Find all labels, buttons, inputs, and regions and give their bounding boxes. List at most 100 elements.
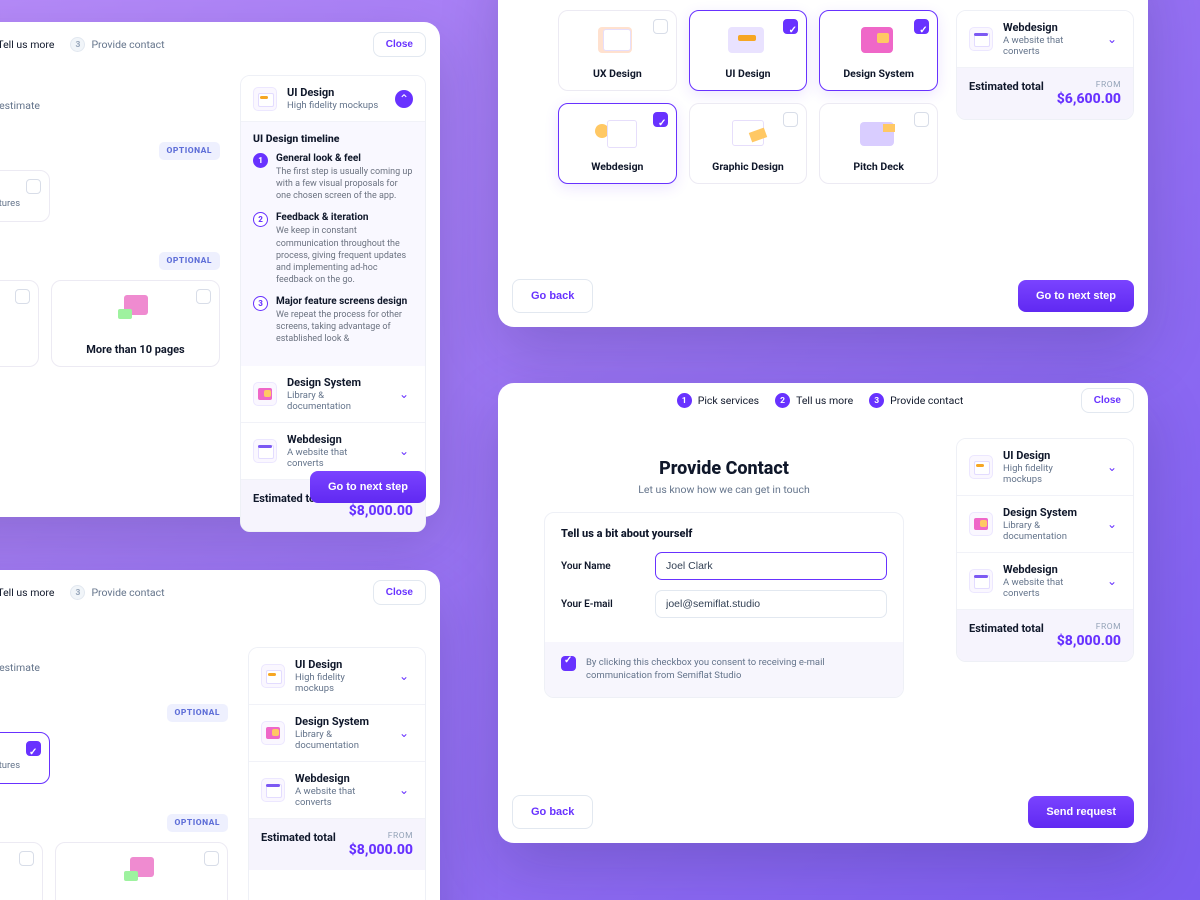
go-back-button[interactable]: Go back — [512, 795, 593, 829]
web-icon — [253, 439, 277, 463]
checkbox-icon — [26, 179, 41, 194]
timeline-step-2: 2 Feedback & iterationWe keep in constan… — [253, 212, 413, 286]
sidebar-item-ds[interactable]: Design SystemLibrary & documentation ⌄ — [249, 705, 425, 762]
stepper: 1Pick services 2Tell us more 3Provide co… — [0, 585, 165, 600]
checkbox-icon — [19, 851, 34, 866]
checkbox-icon — [783, 112, 798, 127]
design-system-icon — [261, 721, 285, 745]
step-pick-services[interactable]: 1Pick services — [677, 393, 759, 408]
chevron-down-icon[interactable]: ⌄ — [1103, 572, 1121, 590]
checkbox-icon — [914, 112, 929, 127]
chevron-down-icon[interactable]: ⌄ — [395, 724, 413, 742]
consent-row[interactable]: By clicking this checkbox you consent to… — [545, 642, 903, 697]
badge-optional: OPTIONAL — [167, 814, 229, 832]
page-title: Provide Contact — [512, 458, 936, 479]
topbar: 1Pick services 2Tell us more 3Provide co… — [498, 383, 1148, 418]
checkbox-icon — [26, 741, 41, 756]
design-system-icon — [253, 382, 277, 406]
page-subtitle: project for a more accurate estimate — [0, 99, 220, 112]
email-label: Your E-mail — [561, 599, 635, 610]
panel-provide-contact: 1Pick services 2Tell us more 3Provide co… — [498, 383, 1148, 843]
contact-form: Tell us a bit about yourself Your Name Y… — [544, 512, 904, 698]
timeline-step-3: 3 Major feature screens designWe repeat … — [253, 296, 413, 345]
option-under-10[interactable]: Under 10 pages — [0, 280, 39, 367]
ui-icon — [253, 87, 277, 111]
summary-sidebar: UI DesignHigh fidelity mockups ⌄ Design … — [956, 438, 1134, 662]
step-provide-contact[interactable]: 3Provide contact — [869, 393, 963, 408]
chevron-down-icon[interactable]: ⌄ — [395, 442, 413, 460]
ux-icon — [595, 23, 639, 59]
checkbox-icon — [653, 19, 668, 34]
go-next-button[interactable]: Go to next step — [310, 471, 426, 503]
send-request-button[interactable]: Send request — [1028, 796, 1134, 828]
timeline-step-1: 1 General look & feelThe first step is u… — [253, 153, 413, 202]
form-section-title: Tell us a bit about yourself — [561, 527, 887, 540]
chevron-down-icon[interactable]: ⌄ — [395, 781, 413, 799]
go-back-button[interactable]: Go back — [512, 279, 593, 313]
timeline-title: UI Design timeline — [253, 132, 413, 145]
sidebar-item-ds[interactable]: Design SystemLibrary & documentation ⌄ — [957, 496, 1133, 553]
chevron-down-icon[interactable]: ⌄ — [395, 385, 413, 403]
step-tell-us-more[interactable]: 2Tell us more — [0, 585, 54, 600]
close-button[interactable]: Close — [373, 580, 426, 605]
email-input[interactable] — [655, 590, 887, 618]
checkbox-icon — [196, 289, 211, 304]
checkbox-icon — [15, 289, 30, 304]
chevron-down-icon[interactable]: ⌄ — [395, 667, 413, 685]
checkbox-icon — [914, 19, 929, 34]
summary-sidebar: UI DesignHigh fidelity mockups ⌃ UI Desi… — [240, 75, 426, 532]
chevron-down-icon[interactable]: ⌄ — [1103, 30, 1121, 48]
option-over-10[interactable]: More than 10 pages — [51, 280, 220, 367]
chevron-down-icon[interactable]: ⌄ — [1103, 458, 1121, 476]
ui-icon — [261, 664, 285, 688]
service-ux[interactable]: UX Design — [558, 10, 677, 91]
option-under-10[interactable]: Under 10 pages — [0, 842, 43, 900]
sidebar-item-ds[interactable]: Design SystemLibrary & documentation ⌄ — [241, 366, 425, 423]
badge-optional: OPTIONAL — [167, 704, 229, 722]
sidebar-item-web[interactable]: WebdesignA website that converts ⌄ — [957, 553, 1133, 610]
web-icon — [261, 778, 285, 802]
summary-sidebar: UI DesignHigh fidelity mockups ⌄ Design … — [248, 647, 426, 900]
sidebar-item-web[interactable]: WebdesignA website that converts ⌄ — [249, 762, 425, 819]
step-tell-us-more[interactable]: 2Tell us more — [775, 393, 853, 408]
option-over-10[interactable]: More than 10 pages — [55, 842, 228, 900]
consent-checkbox[interactable] — [561, 656, 576, 671]
step-tell-us-more[interactable]: 2Tell us more — [0, 37, 54, 52]
stepper: 1Pick services 2Tell us more 3Provide co… — [0, 37, 165, 52]
panel-pick-services: UX Design UI Design Design System Webdes… — [498, 0, 1148, 327]
web-icon — [969, 27, 993, 51]
name-input[interactable] — [655, 552, 887, 580]
topbar: 1Pick services 2Tell us more 3Provide co… — [0, 570, 440, 615]
option-complex[interactable]: Complex Multiple features — [0, 170, 50, 222]
option-complex[interactable]: Complex Multiple features — [0, 732, 50, 784]
sidebar-item-ui[interactable]: UI DesignHigh fidelity mockups ⌄ — [249, 648, 425, 705]
ui-icon — [726, 23, 770, 59]
web-icon — [595, 116, 639, 152]
badge-optional: OPTIONAL — [159, 252, 221, 270]
service-design-system[interactable]: Design System — [819, 10, 938, 91]
sidebar-item-web[interactable]: WebdesignA website that converts ⌄ — [957, 11, 1133, 68]
timeline: UI Design timeline 1 General look & feel… — [241, 122, 425, 366]
close-button[interactable]: Close — [373, 32, 426, 57]
service-pitch-deck[interactable]: Pitch Deck — [819, 103, 938, 184]
chevron-up-icon[interactable]: ⌃ — [395, 90, 413, 108]
page-title: Tell us more — [0, 75, 220, 95]
estimated-total: Estimated total FROM$6,600.00 — [957, 68, 1133, 119]
checkbox-icon — [653, 112, 668, 127]
ui-icon — [969, 455, 993, 479]
panel-tell-us-more-expanded: 1Pick services 2Tell us more 3Provide co… — [0, 22, 440, 517]
service-ui[interactable]: UI Design — [689, 10, 808, 91]
sidebar-item-ui[interactable]: UI DesignHigh fidelity mockups ⌄ — [957, 439, 1133, 496]
estimated-total: Estimated total FROM$8,000.00 — [249, 819, 425, 870]
consent-text: By clicking this checkbox you consent to… — [586, 656, 887, 683]
service-webdesign[interactable]: Webdesign — [558, 103, 677, 184]
step-provide-contact[interactable]: 3Provide contact — [70, 37, 164, 52]
go-next-button[interactable]: Go to next step — [1018, 280, 1134, 312]
service-graphic[interactable]: Graphic Design — [689, 103, 808, 184]
chevron-down-icon[interactable]: ⌄ — [1103, 515, 1121, 533]
step-provide-contact[interactable]: 3Provide contact — [70, 585, 164, 600]
close-button[interactable]: Close — [1081, 388, 1134, 413]
page-subtitle: Let us know how we can get in touch — [512, 483, 936, 496]
page-subtitle: project for a more accurate estimate — [0, 661, 228, 674]
sidebar-item-ui[interactable]: UI DesignHigh fidelity mockups ⌃ — [241, 76, 425, 122]
